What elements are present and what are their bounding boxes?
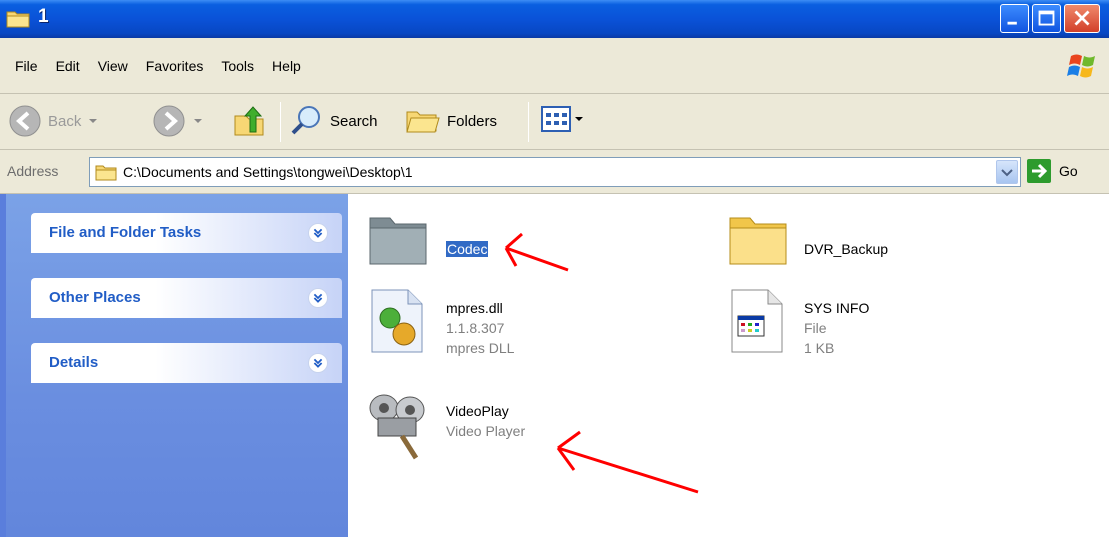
window-title: 1: [38, 6, 49, 27]
back-dropdown-icon[interactable]: [89, 119, 98, 123]
details-panel[interactable]: Details: [31, 343, 342, 383]
task-pane: File and Folder Tasks Other Places Detai…: [0, 194, 348, 537]
go-button[interactable]: Go: [1027, 159, 1078, 183]
file-icon: [731, 289, 783, 353]
file-description: mpres DLL: [446, 340, 515, 356]
file-item-mpres-dll[interactable]: mpres.dll 1.1.8.307 mpres DLL: [366, 286, 586, 366]
file-name: Codec: [446, 241, 489, 257]
windows-logo-icon: [1067, 54, 1095, 78]
maximize-button[interactable]: [1032, 4, 1061, 33]
folder-icon: [369, 217, 427, 265]
search-icon: [291, 106, 320, 135]
forward-arrow-icon: [153, 105, 185, 137]
address-dropdown-button[interactable]: [996, 160, 1018, 184]
views-button[interactable]: [540, 104, 583, 134]
go-label: Go: [1059, 163, 1078, 179]
file-item-videoplay[interactable]: VideoPlay Video Player: [362, 390, 592, 470]
menu-view[interactable]: View: [89, 56, 137, 76]
folders-icon: [406, 111, 440, 133]
back-label: Back: [48, 112, 82, 130]
maximize-icon: [1038, 10, 1055, 26]
back-button[interactable]: Back: [8, 104, 98, 138]
address-bar: Address C:\Documents and Settings\tongwe…: [0, 150, 1109, 194]
address-label: Address: [7, 163, 59, 179]
menu-help[interactable]: Help: [263, 56, 310, 76]
views-dropdown-icon[interactable]: [575, 117, 583, 121]
forward-button[interactable]: [152, 104, 202, 138]
file-name: DVR_Backup: [804, 241, 889, 257]
file-folder-tasks-panel[interactable]: File and Folder Tasks: [31, 213, 342, 253]
title-bar[interactable]: 1: [0, 0, 1109, 38]
close-button[interactable]: [1064, 4, 1100, 33]
address-input[interactable]: C:\Documents and Settings\tongwei\Deskto…: [89, 157, 1021, 187]
file-description: Video Player: [446, 423, 526, 439]
file-name: SYS INFO: [804, 300, 870, 316]
search-button[interactable]: Search: [290, 104, 378, 138]
folders-button[interactable]: Folders: [405, 104, 497, 138]
file-item-codec[interactable]: Codec: [366, 208, 566, 272]
go-arrow-icon: [1027, 159, 1051, 183]
file-item-sys-info[interactable]: SYS INFO File 1 KB: [726, 286, 946, 366]
file-item-dvr-backup[interactable]: DVR_Backup: [726, 208, 946, 272]
folder-icon: [95, 165, 117, 181]
other-places-panel[interactable]: Other Places: [31, 278, 342, 318]
application-icon: [369, 394, 425, 460]
folder-icon: [729, 217, 787, 265]
menu-tools[interactable]: Tools: [212, 56, 263, 76]
menu-bar: File Edit View Favorites Tools Help: [0, 38, 1109, 94]
chevron-down-icon: [1001, 169, 1013, 177]
folders-label: Folders: [447, 112, 498, 130]
close-icon: [1074, 10, 1090, 26]
minimize-icon: [1007, 21, 1017, 25]
back-arrow-icon: [9, 105, 41, 137]
panel-title: Other Places: [49, 289, 141, 306]
file-list: Codec DVR_Backup mpres.dll 1.1.8.307 mpr…: [348, 194, 1109, 537]
explorer-window: 1 File Edit View Favorites Tools Help Ba…: [0, 0, 1109, 537]
folder-icon: [6, 11, 30, 28]
dll-file-icon: [371, 289, 423, 353]
forward-dropdown-icon[interactable]: [194, 119, 202, 123]
toolbar: Back Search Folders: [0, 94, 1109, 150]
file-name: mpres.dll: [446, 300, 503, 316]
panel-title: File and Folder Tasks: [49, 224, 202, 241]
chevron-down-icon[interactable]: [308, 288, 328, 308]
menu-favorites[interactable]: Favorites: [137, 56, 213, 76]
address-path: C:\Documents and Settings\tongwei\Deskto…: [123, 164, 413, 180]
chevron-down-icon[interactable]: [308, 223, 328, 243]
file-type: File: [804, 320, 827, 336]
views-icon: [541, 106, 571, 132]
search-label: Search: [330, 112, 378, 130]
up-folder-button[interactable]: [232, 104, 268, 140]
chevron-down-icon[interactable]: [308, 353, 328, 373]
menu-file[interactable]: File: [6, 56, 47, 76]
file-name: VideoPlay: [446, 403, 509, 419]
file-version: 1.1.8.307: [446, 320, 505, 336]
menu-edit[interactable]: Edit: [47, 56, 89, 76]
panel-title: Details: [49, 354, 99, 371]
file-size: 1 KB: [804, 340, 835, 356]
up-folder-icon: [234, 106, 264, 136]
minimize-button[interactable]: [1000, 4, 1029, 33]
